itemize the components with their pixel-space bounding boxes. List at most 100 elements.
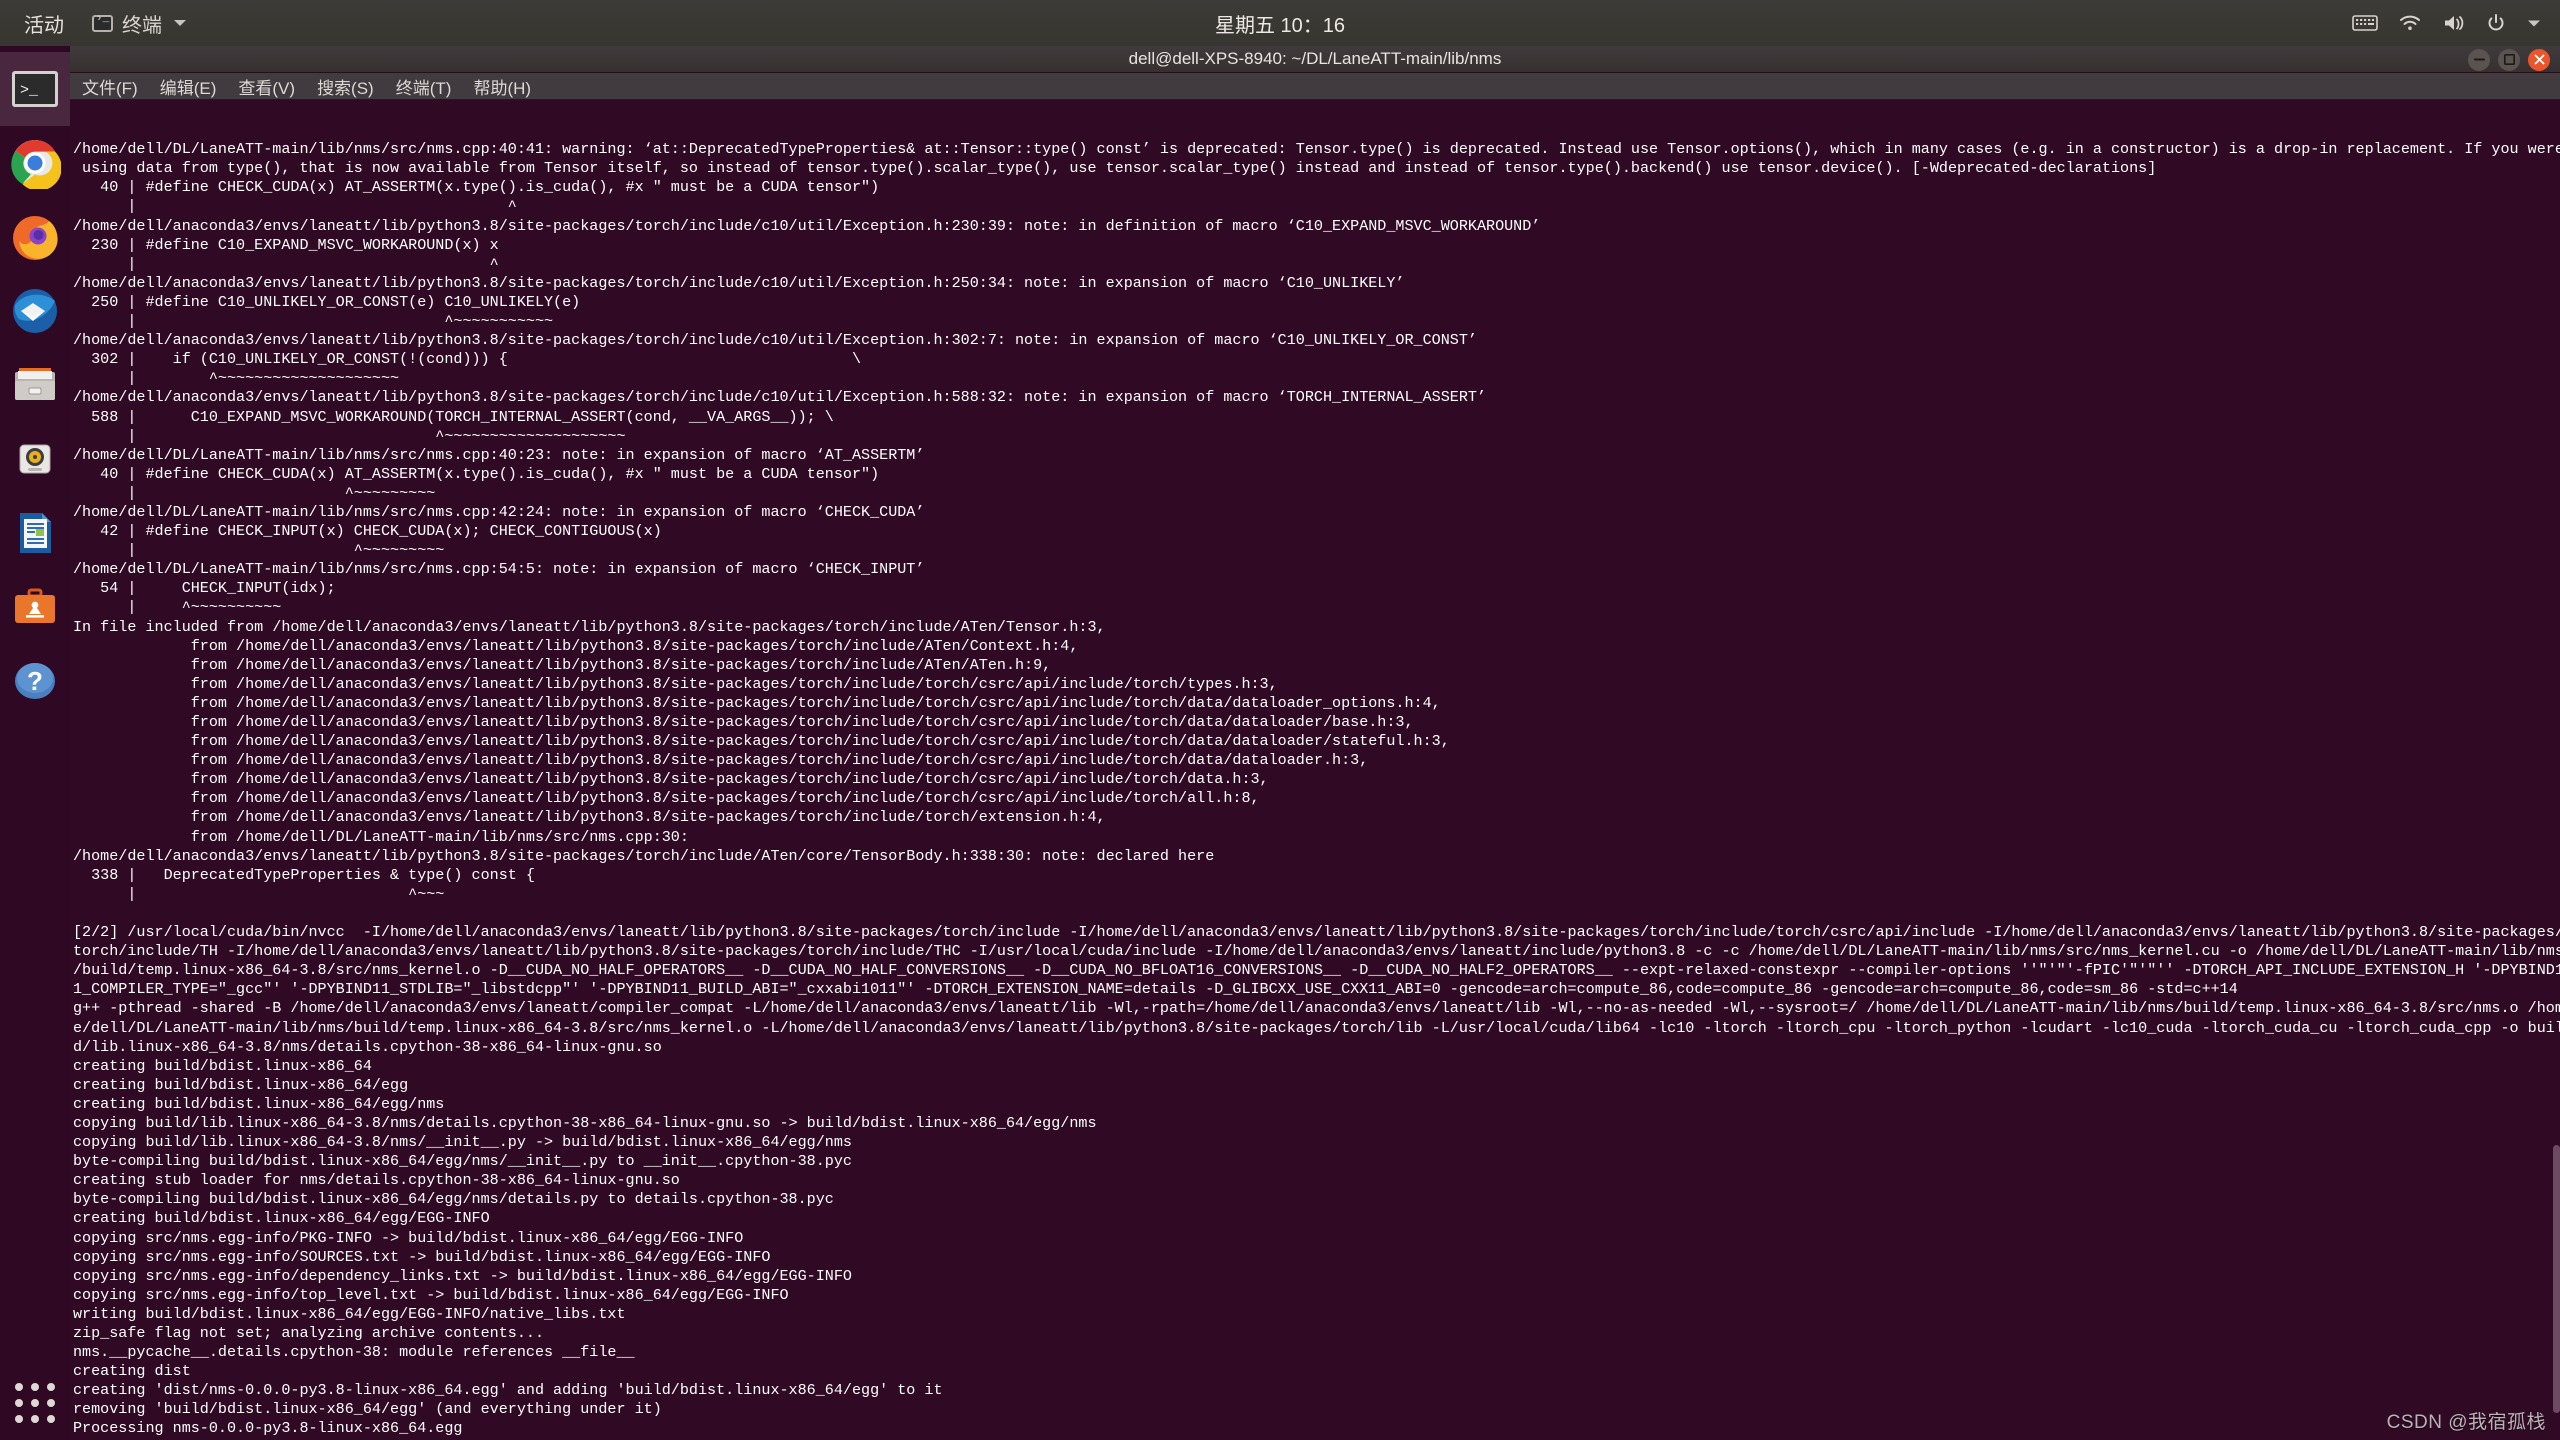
dock-item-ubuntu-software[interactable] [0,570,70,644]
terminal-line: | ^~~~ [73,884,445,903]
clock-button[interactable]: 星期五 10：16 [0,9,2560,38]
thunderbird-icon [9,285,61,337]
terminal-menubar: 文件(F) 编辑(E) 查看(V) 搜索(S) 终端(T) 帮助(H) [70,73,2560,100]
menu-item-help[interactable]: 帮助(H) [473,74,531,99]
terminal-output[interactable]: /home/dell/DL/LaneATT-main/lib/nms/src/n… [70,100,2560,1440]
desktop-dock: >_ ? [0,46,70,1440]
terminal-line: from /home/dell/anaconda3/envs/laneatt/l… [73,789,1260,808]
rhythmbox-icon [9,433,61,485]
terminal-line: creating build/bdist.linux-x86_64/egg [73,1075,409,1094]
svg-text:?: ? [27,666,43,696]
terminal-line: | ^~~~~~~~~~~ [73,598,282,617]
dock-item-thunderbird[interactable] [0,274,70,348]
terminal-line: 42 | #define CHECK_INPUT(x) CHECK_CUDA(x… [73,522,662,541]
files-icon [9,359,61,411]
terminal-window: dell@dell-XPS-8940: ~/DL/LaneATT-main/li… [70,46,2560,1440]
terminal-line: from /home/dell/anaconda3/envs/laneatt/l… [73,674,1278,693]
dock-item-libreoffice-writer[interactable] [0,496,70,570]
terminal-line: e/dell/DL/LaneATT-main/lib/nms/build/tem… [73,1018,2560,1037]
app-menu-button[interactable]: 终端 [82,9,196,38]
close-button[interactable] [2528,48,2550,71]
terminal-line: | ^~~~~~~~~~ [73,541,445,560]
terminal-line: copying src/nms.egg-info/dependency_link… [73,1266,852,1285]
watermark: CSDN @我宿孤栈 [2386,1412,2546,1433]
volume-icon [2442,13,2466,33]
terminal-line: Processing nms-0.0.0-py3.8-linux-x86_64.… [73,1419,463,1438]
terminal-line: creating build/bdist.linux-x86_64/egg/nm… [73,1094,445,1113]
menu-item-file[interactable]: 文件(F) [82,74,138,99]
terminal-line: nms.__pycache__.details.cpython-38: modu… [73,1343,635,1362]
scrollbar-thumb[interactable] [2553,1145,2560,1414]
terminal-line: 54 | CHECK_INPUT(idx); [73,579,336,598]
terminal-line: | ^~~~~~~~~~~~~~~~~~~~~ [73,369,400,388]
terminal-line: /home/dell/anaconda3/envs/laneatt/lib/py… [73,331,1477,350]
terminal-line: from /home/dell/anaconda3/envs/laneatt/l… [73,732,1450,751]
dock-item-firefox[interactable] [0,200,70,274]
terminal-line: copying build/lib.linux-x86_64-3.8/nms/_… [73,1133,852,1152]
terminal-line: In file included from /home/dell/anacond… [73,617,1106,636]
terminal-line: [2/2] /usr/local/cuda/bin/nvcc -I/home/d… [73,923,2560,942]
terminal-line: g++ -pthread -shared -B /home/dell/anaco… [73,999,2560,1018]
terminal-line: | ^~~~~~~~~~ [73,483,436,502]
chevron-down-icon [2526,17,2542,29]
menu-item-search[interactable]: 搜索(S) [317,74,374,99]
terminal-line: 230 | #define C10_EXPAND_MSVC_WORKAROUND… [73,235,499,254]
terminal-line: | ^ [73,254,499,273]
minimize-button[interactable] [2468,48,2490,71]
terminal-line: byte-compiling build/bdist.linux-x86_64/… [73,1152,852,1171]
terminal-line: removing 'build/bdist.linux-x86_64/egg' … [73,1400,662,1419]
activities-label: 活动 [24,14,64,37]
terminal-line: zip_safe flag not set; analyzing archive… [73,1324,545,1342]
activities-button[interactable]: 活动 [0,9,82,38]
firefox-icon [9,211,61,263]
terminal-line: /home/dell/DL/LaneATT-main/lib/nms/src/n… [73,560,925,579]
terminal-scrollback: /home/dell/DL/LaneATT-main/lib/nms/src/n… [73,140,2560,1440]
grid-icon [15,1383,55,1423]
app-menu-label: 终端 [122,14,162,37]
terminal-line: using data from type(), that is now avai… [73,159,2157,178]
terminal-line: 250 | #define C10_UNLIKELY_OR_CONST(e) C… [73,292,581,311]
terminal-line: /home/dell/DL/LaneATT-main/lib/nms/src/n… [73,445,925,464]
clock-label: 星期五 10：16 [1214,14,1346,37]
terminal-line: /home/dell/anaconda3/envs/laneatt/lib/py… [73,846,1215,865]
terminal-line: /build/temp.linux-x86_64-3.8/src/nms_ker… [73,961,2560,980]
show-applications-button[interactable] [0,1374,70,1432]
dock-item-help[interactable]: ? [0,644,70,718]
menu-item-edit[interactable]: 编辑(E) [160,74,217,99]
terminal-line: /home/dell/DL/LaneATT-main/lib/nms/src/n… [73,140,2560,159]
terminal-line: copying src/nms.egg-info/PKG-INFO -> bui… [73,1228,744,1247]
dock-item-terminal[interactable]: >_ [0,52,70,126]
dock-item-google-chrome[interactable] [0,126,70,200]
window-controls [2468,46,2550,73]
terminal-line: creating dist [73,1362,191,1381]
terminal-line: from /home/dell/anaconda3/envs/laneatt/l… [73,770,1269,789]
chevron-down-icon [174,20,186,26]
svg-text:>_: >_ [20,82,39,99]
terminal-scrollbar[interactable] [2553,100,2560,1440]
keyboard-icon [2352,14,2378,32]
menu-item-terminal[interactable]: 终端(T) [396,74,452,99]
menu-item-view[interactable]: 查看(V) [238,74,295,99]
window-titlebar[interactable]: dell@dell-XPS-8940: ~/DL/LaneATT-main/li… [70,46,2560,73]
terminal-line: writing build/bdist.linux-x86_64/egg/EGG… [73,1304,626,1323]
terminal-line: from /home/dell/anaconda3/envs/laneatt/l… [73,693,1441,712]
terminal-line: | ^~~~~~~~~~~~ [73,312,554,331]
terminal-line: 40 | #define CHECK_CUDA(x) AT_ASSERTM(x.… [73,464,880,483]
terminal-line: from /home/dell/anaconda3/envs/laneatt/l… [73,808,1106,827]
ubuntu-software-icon [9,581,61,633]
terminal-line: 1_COMPILER_TYPE="_gcc"' '-DPYBIND11_STDL… [73,980,2238,999]
system-indicators[interactable] [2352,0,2542,46]
dock-item-files[interactable] [0,348,70,422]
terminal-line: from /home/dell/anaconda3/envs/laneatt/l… [73,713,1414,731]
terminal-line: 302 | if (C10_UNLIKELY_OR_CONST(!(cond))… [73,350,862,369]
terminal-line: 338 | DeprecatedTypeProperties & type() … [73,865,535,884]
terminal-icon: >_ [9,63,61,115]
terminal-line: 588 | C10_EXPAND_MSVC_WORKAROUND(TORCH_I… [73,407,834,426]
maximize-button[interactable] [2498,48,2520,71]
terminal-line: | ^ [73,197,517,216]
terminal-line: copying src/nms.egg-info/top_level.txt -… [73,1285,789,1304]
chrome-icon [9,137,62,191]
dock-item-rhythmbox[interactable] [0,422,70,496]
terminal-line: /home/dell/anaconda3/envs/laneatt/lib/py… [73,273,1405,292]
